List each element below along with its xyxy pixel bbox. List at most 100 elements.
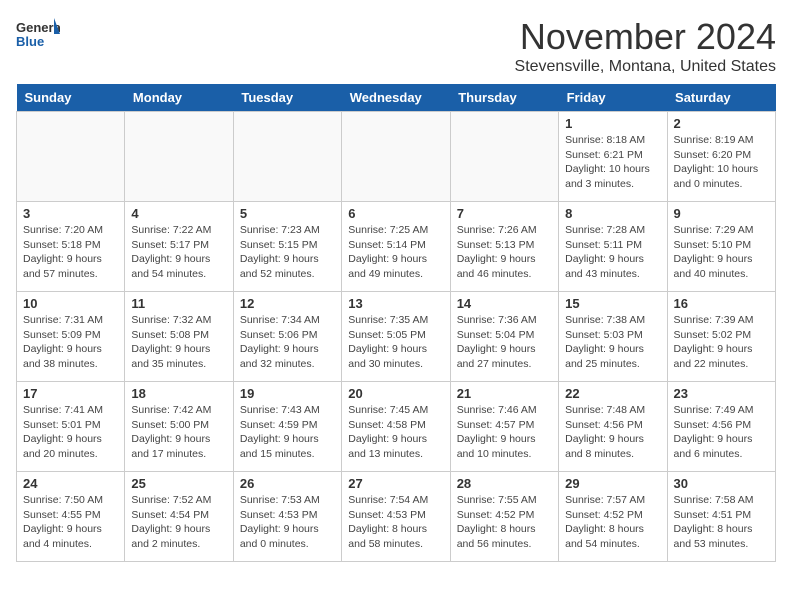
- day-number: 19: [240, 386, 335, 401]
- day-info: Sunrise: 7:31 AM Sunset: 5:09 PM Dayligh…: [23, 313, 118, 372]
- day-info: Sunrise: 8:18 AM Sunset: 6:21 PM Dayligh…: [565, 133, 660, 192]
- calendar-cell: 2Sunrise: 8:19 AM Sunset: 6:20 PM Daylig…: [667, 112, 775, 202]
- day-info: Sunrise: 7:53 AM Sunset: 4:53 PM Dayligh…: [240, 493, 335, 552]
- calendar-cell: 19 Sunrise: 7:43 AM Sunset: 4:59 PM Dayli…: [233, 382, 341, 472]
- day-info: Sunrise: 7:25 AM Sunset: 5:14 PM Dayligh…: [348, 223, 443, 282]
- day-number: 28: [457, 476, 552, 491]
- calendar-cell: 12Sunrise: 7:34 AM Sunset: 5:06 PM Dayli…: [233, 292, 341, 382]
- day-number: 15: [565, 296, 660, 311]
- day-number: 1: [565, 116, 660, 131]
- day-info: Sunrise: 7:35 AM Sunset: 5:05 PM Dayligh…: [348, 313, 443, 372]
- day-info: Sunrise: 7:32 AM Sunset: 5:08 PM Dayligh…: [131, 313, 226, 372]
- month-title: November 2024: [515, 16, 776, 58]
- day-number: 12: [240, 296, 335, 311]
- calendar-cell: 26Sunrise: 7:53 AM Sunset: 4:53 PM Dayli…: [233, 472, 341, 562]
- day-number: 10: [23, 296, 118, 311]
- day-info: Sunrise: 7:22 AM Sunset: 5:17 PM Dayligh…: [131, 223, 226, 282]
- calendar-cell: [450, 112, 558, 202]
- day-number: 4: [131, 206, 226, 221]
- day-info: Sunrise: 7:26 AM Sunset: 5:13 PM Dayligh…: [457, 223, 552, 282]
- day-number: 27: [348, 476, 443, 491]
- calendar-cell: [233, 112, 341, 202]
- calendar-cell: 22 Sunrise: 7:48 AM Sunset: 4:56 PM Dayli…: [559, 382, 667, 472]
- day-number: 21: [457, 386, 552, 401]
- day-info: Sunrise: 7:46 AM Sunset: 4:57 PM Dayligh…: [457, 403, 552, 462]
- calendar-cell: [342, 112, 450, 202]
- calendar-cell: 9 Sunrise: 7:29 AM Sunset: 5:10 PM Daylig…: [667, 202, 775, 292]
- logo: General Blue: [16, 16, 60, 56]
- day-info: Sunrise: 7:38 AM Sunset: 5:03 PM Dayligh…: [565, 313, 660, 372]
- day-number: 22: [565, 386, 660, 401]
- day-header-wednesday: Wednesday: [342, 84, 450, 112]
- day-number: 13: [348, 296, 443, 311]
- calendar-cell: 1 Sunrise: 8:18 AM Sunset: 6:21 PM Daylig…: [559, 112, 667, 202]
- day-header-thursday: Thursday: [450, 84, 558, 112]
- calendar-cell: 3Sunrise: 7:20 AM Sunset: 5:18 PM Daylig…: [17, 202, 125, 292]
- calendar-cell: 14 Sunrise: 7:36 AM Sunset: 5:04 PM Dayli…: [450, 292, 558, 382]
- title-area: November 2024 Stevensville, Montana, Uni…: [515, 16, 776, 76]
- day-number: 29: [565, 476, 660, 491]
- calendar-header-row: SundayMondayTuesdayWednesdayThursdayFrid…: [17, 84, 776, 112]
- svg-text:Blue: Blue: [16, 34, 44, 49]
- day-info: Sunrise: 7:29 AM Sunset: 5:10 PM Dayligh…: [674, 223, 769, 282]
- calendar-cell: 11 Sunrise: 7:32 AM Sunset: 5:08 PM Dayli…: [125, 292, 233, 382]
- day-info: Sunrise: 7:45 AM Sunset: 4:58 PM Dayligh…: [348, 403, 443, 462]
- day-info: Sunrise: 7:57 AM Sunset: 4:52 PM Dayligh…: [565, 493, 660, 552]
- calendar-week-4: 17Sunrise: 7:41 AM Sunset: 5:01 PM Dayli…: [17, 382, 776, 472]
- day-header-monday: Monday: [125, 84, 233, 112]
- day-number: 3: [23, 206, 118, 221]
- calendar-cell: 21 Sunrise: 7:46 AM Sunset: 4:57 PM Dayli…: [450, 382, 558, 472]
- day-info: Sunrise: 7:42 AM Sunset: 5:00 PM Dayligh…: [131, 403, 226, 462]
- day-number: 18: [131, 386, 226, 401]
- day-number: 8: [565, 206, 660, 221]
- calendar-cell: [125, 112, 233, 202]
- calendar-cell: 5 Sunrise: 7:23 AM Sunset: 5:15 PM Daylig…: [233, 202, 341, 292]
- calendar-cell: 13 Sunrise: 7:35 AM Sunset: 5:05 PM Dayli…: [342, 292, 450, 382]
- calendar-week-3: 10 Sunrise: 7:31 AM Sunset: 5:09 PM Dayli…: [17, 292, 776, 382]
- day-number: 23: [674, 386, 769, 401]
- logo-svg: General Blue: [16, 16, 60, 56]
- day-number: 6: [348, 206, 443, 221]
- day-info: Sunrise: 7:41 AM Sunset: 5:01 PM Dayligh…: [23, 403, 118, 462]
- calendar-cell: 20Sunrise: 7:45 AM Sunset: 4:58 PM Dayli…: [342, 382, 450, 472]
- day-info: Sunrise: 7:49 AM Sunset: 4:56 PM Dayligh…: [674, 403, 769, 462]
- day-info: Sunrise: 7:55 AM Sunset: 4:52 PM Dayligh…: [457, 493, 552, 552]
- day-info: Sunrise: 7:36 AM Sunset: 5:04 PM Dayligh…: [457, 313, 552, 372]
- calendar-cell: 23 Sunrise: 7:49 AM Sunset: 4:56 PM Dayli…: [667, 382, 775, 472]
- calendar-cell: 24Sunrise: 7:50 AM Sunset: 4:55 PM Dayli…: [17, 472, 125, 562]
- day-number: 7: [457, 206, 552, 221]
- day-header-friday: Friday: [559, 84, 667, 112]
- calendar-cell: 18 Sunrise: 7:42 AM Sunset: 5:00 PM Dayli…: [125, 382, 233, 472]
- calendar-cell: 7 Sunrise: 7:26 AM Sunset: 5:13 PM Daylig…: [450, 202, 558, 292]
- day-number: 14: [457, 296, 552, 311]
- day-number: 9: [674, 206, 769, 221]
- day-number: 16: [674, 296, 769, 311]
- day-info: Sunrise: 7:58 AM Sunset: 4:51 PM Dayligh…: [674, 493, 769, 552]
- calendar-cell: 16Sunrise: 7:39 AM Sunset: 5:02 PM Dayli…: [667, 292, 775, 382]
- day-header-saturday: Saturday: [667, 84, 775, 112]
- day-number: 11: [131, 296, 226, 311]
- calendar-cell: 17Sunrise: 7:41 AM Sunset: 5:01 PM Dayli…: [17, 382, 125, 472]
- calendar-cell: 10 Sunrise: 7:31 AM Sunset: 5:09 PM Dayli…: [17, 292, 125, 382]
- day-info: Sunrise: 7:23 AM Sunset: 5:15 PM Dayligh…: [240, 223, 335, 282]
- day-info: Sunrise: 7:28 AM Sunset: 5:11 PM Dayligh…: [565, 223, 660, 282]
- day-info: Sunrise: 7:43 AM Sunset: 4:59 PM Dayligh…: [240, 403, 335, 462]
- day-info: Sunrise: 7:52 AM Sunset: 4:54 PM Dayligh…: [131, 493, 226, 552]
- day-number: 5: [240, 206, 335, 221]
- day-info: Sunrise: 7:50 AM Sunset: 4:55 PM Dayligh…: [23, 493, 118, 552]
- calendar-cell: 30 Sunrise: 7:58 AM Sunset: 4:51 PM Dayli…: [667, 472, 775, 562]
- calendar-cell: [17, 112, 125, 202]
- day-number: 30: [674, 476, 769, 491]
- location-title: Stevensville, Montana, United States: [515, 58, 776, 76]
- day-header-tuesday: Tuesday: [233, 84, 341, 112]
- day-number: 25: [131, 476, 226, 491]
- day-info: Sunrise: 7:48 AM Sunset: 4:56 PM Dayligh…: [565, 403, 660, 462]
- svg-text:General: General: [16, 20, 60, 35]
- calendar-table: SundayMondayTuesdayWednesdayThursdayFrid…: [16, 84, 776, 562]
- day-info: Sunrise: 7:54 AM Sunset: 4:53 PM Dayligh…: [348, 493, 443, 552]
- calendar-week-1: 1 Sunrise: 8:18 AM Sunset: 6:21 PM Daylig…: [17, 112, 776, 202]
- day-info: Sunrise: 8:19 AM Sunset: 6:20 PM Dayligh…: [674, 133, 769, 192]
- calendar-cell: 27 Sunrise: 7:54 AM Sunset: 4:53 PM Dayli…: [342, 472, 450, 562]
- page-header: General Blue November 2024 Stevensville,…: [16, 16, 776, 76]
- calendar-cell: 25 Sunrise: 7:52 AM Sunset: 4:54 PM Dayli…: [125, 472, 233, 562]
